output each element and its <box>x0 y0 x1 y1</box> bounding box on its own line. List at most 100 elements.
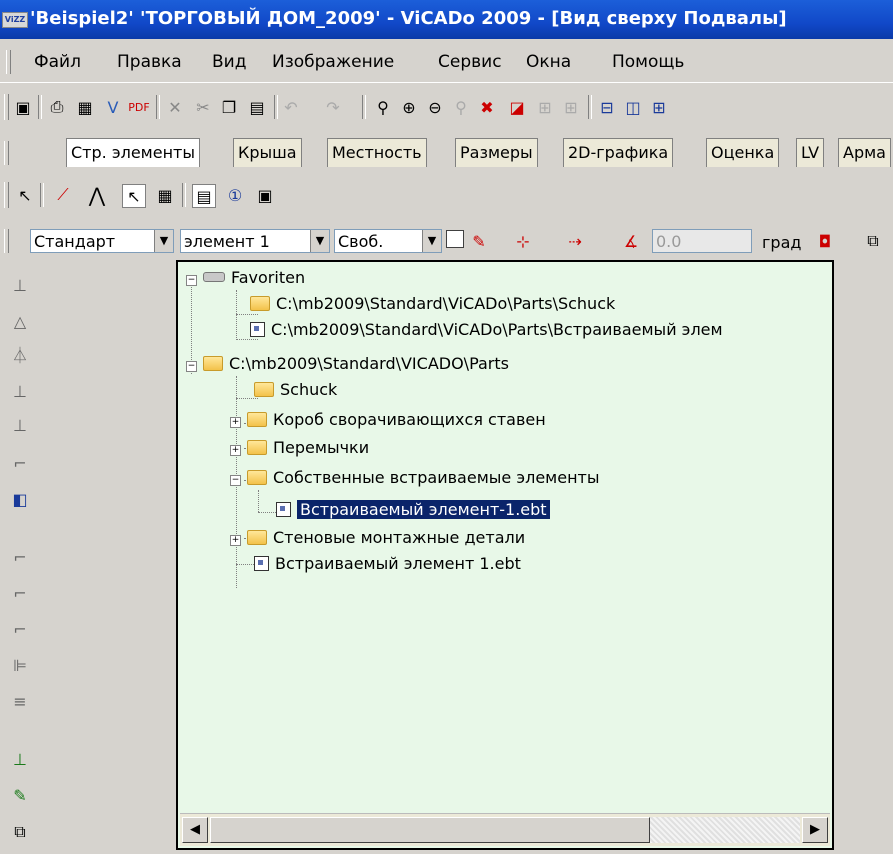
tree-node-own-elements[interactable]: − Собственные встраиваемые элементы <box>230 466 600 490</box>
menu-windows[interactable]: Окна <box>526 52 571 72</box>
zoom-icon[interactable]: ⚲ <box>372 96 394 118</box>
angle-icon[interactable]: ∡ <box>620 230 642 252</box>
zoom-cancel-icon[interactable]: ✖ <box>476 96 498 118</box>
tab-structural-elements[interactable]: Стр. элементы <box>66 138 200 167</box>
tab-reinforcement[interactable]: Арма <box>838 138 891 167</box>
triangle-tool-icon[interactable]: △ <box>8 310 32 334</box>
element-combo-value: элемент 1 <box>184 232 270 251</box>
cut-icon[interactable]: ✂ <box>192 96 214 118</box>
delete-icon[interactable]: ✕ <box>164 96 186 118</box>
menu-service[interactable]: Сервис <box>438 52 502 72</box>
select-arrow-icon[interactable]: ↖ <box>14 184 36 206</box>
collapse-icon[interactable]: − <box>230 475 241 486</box>
menu-image[interactable]: Изображение <box>272 52 394 72</box>
collapse-icon[interactable]: − <box>186 275 197 286</box>
ebt-open-icon[interactable]: ▤ <box>192 184 216 208</box>
tree-node-lintels[interactable]: + Перемычки <box>230 436 369 460</box>
chevron-down-icon[interactable]: ▼ <box>154 230 173 252</box>
beam-tool-icon[interactable]: ⊥ <box>8 414 32 438</box>
scroll-track[interactable] <box>650 817 800 843</box>
brush-tool-icon[interactable]: ✎ <box>8 784 32 808</box>
tree-node-element-1-selected[interactable]: Встраиваемый элемент-1.ebt <box>276 498 550 522</box>
pdf-icon[interactable]: PDF <box>128 96 150 118</box>
menu-file[interactable]: Файл <box>34 52 81 72</box>
grid-view2-icon[interactable]: ⊞ <box>560 96 582 118</box>
select-info-icon[interactable]: ↖ <box>122 184 146 208</box>
line-icon[interactable]: ⟋ <box>52 184 74 206</box>
zoom-out-icon[interactable]: ⊖ <box>424 96 446 118</box>
tree-node-favorite-element[interactable]: C:\mb2009\Standard\ViCADo\Parts\Встраива… <box>250 318 723 342</box>
chevron-down-icon[interactable]: ▼ <box>422 230 441 252</box>
marker-tool-icon[interactable]: ⊥ <box>8 748 32 772</box>
mode-combo[interactable]: Своб. ▼ <box>334 229 442 253</box>
menu-grip[interactable] <box>6 50 11 74</box>
ebt-save-icon[interactable]: ▣ <box>254 184 276 206</box>
tree-node-favorite-schuck[interactable]: C:\mb2009\Standard\ViCADo\Parts\Schuck <box>250 292 615 316</box>
style-combo[interactable]: Стандарт ▼ <box>30 229 174 253</box>
expand-icon[interactable]: + <box>230 535 241 546</box>
menu-edit[interactable]: Правка <box>117 52 182 72</box>
undo-icon[interactable]: ↶ <box>280 96 302 118</box>
zoom-all-icon[interactable]: ⚲ <box>450 96 472 118</box>
grid-view-icon[interactable]: ⊞ <box>534 96 556 118</box>
door-tool-icon[interactable]: ⊫ <box>8 654 32 678</box>
pen-icon[interactable]: ✎ <box>468 230 490 252</box>
expand-icon[interactable]: + <box>230 445 241 456</box>
wall-tool-icon[interactable]: ⊥ <box>8 274 32 298</box>
tree-node-wall-parts[interactable]: + Стеновые монтажные детали <box>230 526 525 550</box>
split-vertical-icon[interactable]: ◫ <box>622 96 644 118</box>
print-icon[interactable]: ⎙ <box>46 96 68 118</box>
insert-element-icon[interactable]: ◧ <box>8 488 32 512</box>
copy-icon[interactable]: ❐ <box>218 96 240 118</box>
compass-icon[interactable]: ⋀ <box>86 183 108 207</box>
split-grid-icon[interactable]: ⊞ <box>648 96 670 118</box>
tree-node-element-1[interactable]: Встраиваемый элемент 1.ebt <box>254 552 521 576</box>
color-box-icon[interactable] <box>446 230 464 248</box>
tab-lv[interactable]: LV <box>796 138 825 167</box>
grid-icon[interactable]: ▦ <box>154 184 176 206</box>
triangle-down-tool-icon[interactable]: ⏃ <box>8 344 32 368</box>
point-icon[interactable]: ⊹ <box>512 230 534 252</box>
redo-icon[interactable]: ↷ <box>322 96 344 118</box>
tree-node-schuck[interactable]: Schuck <box>254 378 337 402</box>
menu-view[interactable]: Вид <box>212 52 246 72</box>
scroll-right-icon[interactable]: ▶ <box>802 817 828 843</box>
tab-2d-graphics[interactable]: 2D-графика <box>563 138 674 167</box>
tree-node-favorites[interactable]: − Favoriten <box>186 266 305 290</box>
window-tool-icon[interactable]: ⌐ <box>8 618 32 642</box>
offset-icon[interactable]: ⇢ <box>564 230 586 252</box>
print-preview-icon[interactable]: ▦ <box>74 96 96 118</box>
angle-input[interactable]: 0.0 <box>652 229 752 253</box>
scroll-thumb[interactable] <box>210 817 650 843</box>
ebt-info-icon[interactable]: ① <box>224 184 246 206</box>
shape-icon[interactable]: ◘ <box>814 230 836 252</box>
paste-icon[interactable]: ▤ <box>246 96 268 118</box>
tree-view[interactable]: − Favoriten C:\mb2009\Standard\ViCADo\Par… <box>178 262 832 810</box>
horizontal-scrollbar[interactable]: ◀ ▶ <box>180 813 830 846</box>
tab-roof[interactable]: Крыша <box>233 138 302 167</box>
expand-icon[interactable]: + <box>230 417 241 428</box>
tab-terrain[interactable]: Местность <box>327 138 427 167</box>
save-icon[interactable]: ▣ <box>12 96 34 118</box>
align-tool-icon[interactable]: ≡ <box>8 690 32 714</box>
redraw-icon[interactable]: ◪ <box>506 96 528 118</box>
tab-dimensions[interactable]: Размеры <box>455 138 538 167</box>
split-horizontal-icon[interactable]: ⊟ <box>596 96 618 118</box>
opening-tool-icon[interactable]: ⌐ <box>8 546 32 570</box>
chevron-down-icon[interactable]: ▼ <box>310 230 329 252</box>
element-combo[interactable]: элемент 1 ▼ <box>180 229 330 253</box>
column-tool-icon[interactable]: ⊥ <box>8 380 32 404</box>
tab-evaluation[interactable]: Оценка <box>706 138 780 167</box>
toolbar-grip[interactable] <box>4 94 9 120</box>
opening2-tool-icon[interactable]: ⌐ <box>8 582 32 606</box>
menu-help[interactable]: Помощь <box>612 52 684 72</box>
check-icon[interactable]: V <box>102 96 124 118</box>
collapse-icon[interactable]: − <box>186 361 197 372</box>
tree-node-parts[interactable]: − C:\mb2009\Standard\VICADO\Parts <box>186 352 509 376</box>
tree-node-shutter-boxes[interactable]: + Короб сворачивающихся ставен <box>230 408 546 432</box>
scroll-left-icon[interactable]: ◀ <box>182 817 208 843</box>
stair-tool-icon[interactable]: ⌐ <box>8 452 32 476</box>
zoom-in-icon[interactable]: ⊕ <box>398 96 420 118</box>
copy-tool-icon[interactable]: ⧉ <box>8 820 32 844</box>
frame-icon[interactable]: ⧉ <box>862 230 884 252</box>
